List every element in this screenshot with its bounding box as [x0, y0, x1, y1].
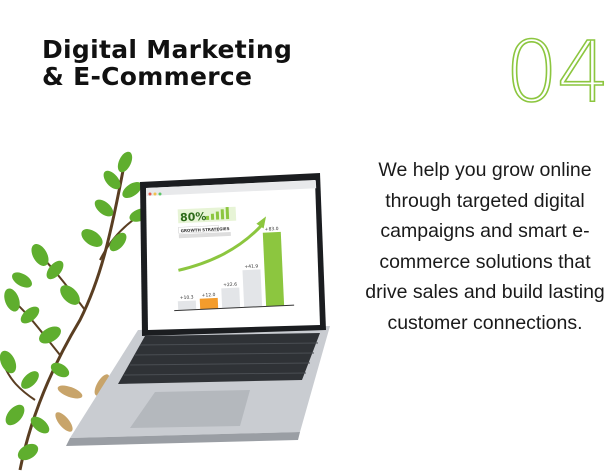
chart-bar-5	[262, 231, 285, 307]
laptop-illustration: 80% GROWTH STRATEGIES +10.3 +12.0+22.6+41…	[0, 151, 330, 471]
chart-bar-label-5: +83.0	[265, 226, 279, 233]
chart-bar-1	[177, 300, 197, 311]
screen-percent: 80%	[180, 210, 207, 224]
chart-bar-2	[199, 297, 219, 310]
chart-bar-label-2: +12.0	[202, 292, 216, 299]
section-number: 04	[504, 23, 610, 121]
title-line-1: Digital Marketing	[42, 35, 293, 64]
chart-bar-3	[221, 287, 241, 309]
section-description: We help you grow online through targeted…	[365, 159, 605, 334]
chart-bar-4	[242, 269, 263, 308]
chart-bar-label-1: +10.3	[180, 295, 194, 302]
chart-bar-label-4: +41.9	[244, 263, 258, 270]
section-title: Digital Marketing & E-Commerce	[42, 36, 342, 90]
title-line-2: & E-Commerce	[42, 62, 253, 91]
chart-bar-label-3: +22.6	[223, 282, 237, 289]
